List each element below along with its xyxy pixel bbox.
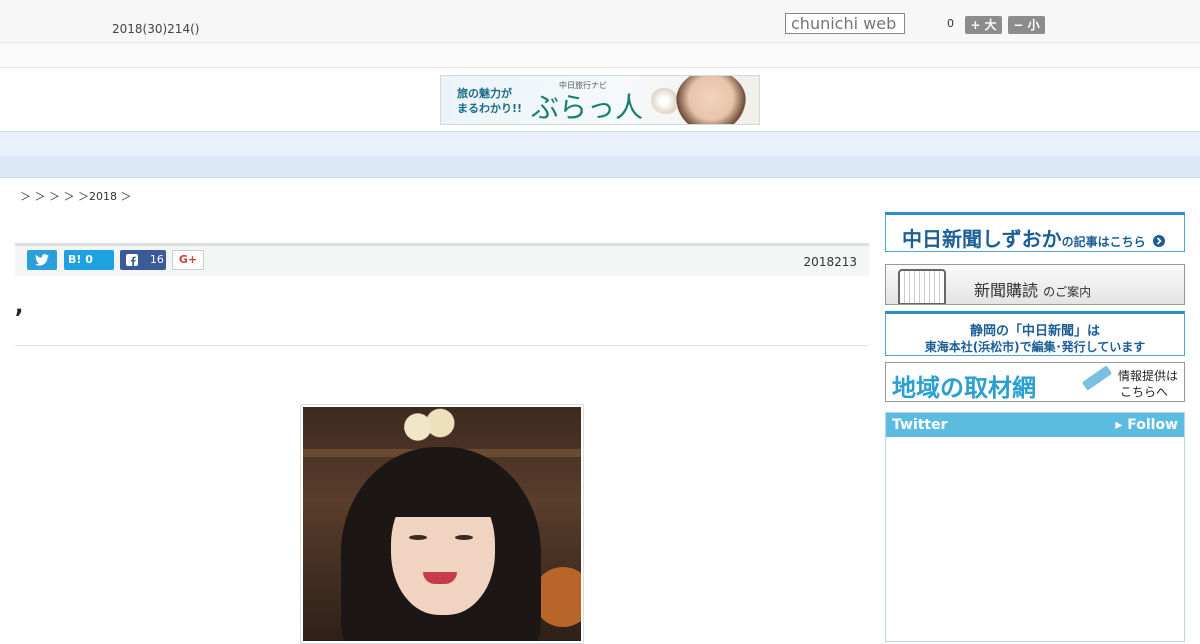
gplus-share-button[interactable]: G+ (172, 250, 204, 270)
shizuoka-banner-text: 中日新聞しずおかの記事はこちら (902, 223, 1165, 251)
photo-eye-left (409, 535, 427, 540)
photo-flower (401, 407, 457, 447)
article-photo (300, 404, 584, 644)
twitter-bird-icon (35, 254, 49, 266)
banner-line1: 旅の魅力が (457, 87, 512, 100)
shizuoka-banner-main: 中日新聞しずおか (902, 227, 1062, 251)
news-network-banner[interactable]: 地域の取材網 情報提供は こちらへ (885, 362, 1185, 402)
font-smaller-button[interactable]: − 小 (1008, 16, 1045, 34)
network-info-line1: 情報提供は (1117, 369, 1178, 383)
banner-logo-text: ぶらっ人 (531, 91, 644, 124)
subscription-banner[interactable]: 新聞購読 のご案内 (885, 264, 1185, 305)
pen-icon (1081, 365, 1113, 391)
newspaper-icon (898, 269, 946, 304)
tokai-office-banner[interactable]: 静岡の「中日新聞」は 東海本社(浜松市)で編集･発行しています (885, 311, 1185, 356)
article-headline: , (15, 294, 24, 319)
network-title: 地域の取材網 (892, 374, 1036, 402)
photo-bangs (385, 465, 501, 517)
counter-value: 0 (947, 17, 954, 30)
facebook-share-button[interactable]: 16 (120, 250, 166, 270)
twitter-share-button[interactable] (27, 250, 57, 270)
twitter-follow-button[interactable]: ▸ Follow (1115, 413, 1178, 437)
twitter-widget: Twitter ▸ Follow (885, 412, 1185, 642)
hatena-label: B! (68, 253, 82, 266)
twitter-widget-title: Twitter (892, 417, 948, 433)
sub-nav-band (0, 156, 1200, 178)
banner-line2: まるわかり!! (457, 102, 523, 115)
hatena-bookmark-button[interactable]: B! 0 (64, 250, 114, 270)
subscription-main: 新聞購読 (974, 281, 1039, 300)
breadcrumb[interactable]: ＞ ＞ ＞ ＞ ＞2018 ＞ (20, 188, 131, 204)
tokai-line2: 東海本社(浜松市)で編集･発行しています (924, 340, 1146, 354)
font-larger-button[interactable]: + 大 (965, 16, 1002, 34)
subscription-tail: のご案内 (1043, 285, 1092, 299)
photo-eye-right (455, 535, 473, 540)
model-image (676, 76, 746, 124)
network-info-line2: こちらへ (1119, 385, 1168, 399)
tokai-line1: 静岡の「中日新聞」は (969, 324, 1100, 339)
shell-image (651, 88, 677, 114)
twitter-widget-header: Twitter ▸ Follow (886, 413, 1184, 437)
shizuoka-banner-tail: の記事はこちら (1061, 235, 1146, 249)
shizuoka-articles-banner[interactable]: 中日新聞しずおかの記事はこちら (885, 212, 1185, 252)
article-date: 2018213 (803, 255, 857, 269)
facebook-icon (126, 254, 138, 266)
photo-portrait (303, 407, 581, 641)
facebook-count: 16 (149, 253, 164, 266)
arrow-circle-icon (1152, 234, 1165, 247)
sub-band (0, 43, 1200, 68)
top-bar: 2018(30)214() 0 + 大 − 小 (0, 0, 1200, 43)
main-nav (0, 131, 1200, 157)
search-input[interactable] (785, 13, 905, 34)
header-date: 2018(30)214() (112, 22, 200, 36)
ad-banner[interactable]: 旅の魅力が まるわかり!! 中日旅行ナビ ぶらっ人 (440, 75, 760, 125)
hatena-count: 0 (85, 253, 93, 266)
divider (15, 345, 869, 346)
share-bar: B! 0 16 G+ 2018213 (15, 243, 869, 276)
subscription-banner-text: 新聞購読 のご案内 (974, 277, 1091, 301)
